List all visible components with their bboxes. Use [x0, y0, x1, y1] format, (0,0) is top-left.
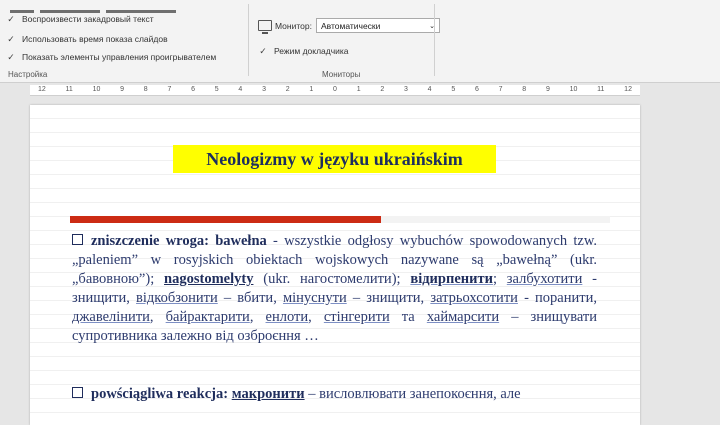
ribbon: ✓ Воспроизвести закадровый текст ✓ Испол…: [0, 0, 720, 83]
ruler-tick-label: 2: [380, 86, 385, 93]
ruler-numbers: 12 11 10 9 8 7 6 5 4 3 2 1 0 1 2 3 4 5 6 7 8 9 10 11 12: [30, 85, 640, 95]
term: відирпенити: [410, 271, 493, 287]
bullet-text: ,: [308, 309, 324, 325]
ribbon-top-edge: [10, 0, 190, 13]
ruler-tick-label: 4: [238, 86, 243, 93]
bullet-text: та: [389, 309, 427, 325]
ruler-tick-label: 6: [474, 86, 479, 93]
group-divider: [434, 4, 435, 76]
ruler-tick-label: 3: [404, 86, 408, 93]
ruler-tick-label: 7: [498, 86, 503, 93]
group-label-monitors: Мониторы: [322, 70, 361, 79]
ruler-tick-label: 9: [545, 86, 550, 93]
checkmark-icon: ✓: [7, 52, 15, 62]
term: макронити: [231, 386, 305, 402]
bullet-destruction[interactable]: zniszczenie wroga: bawełna - wszystkie o…: [72, 232, 597, 346]
ruler-tick-label: 12: [38, 86, 46, 93]
ruler-tick-label: 10: [569, 86, 578, 93]
bullet-heading: zniszczenie wroga: bawełna: [91, 233, 267, 249]
ruler-tick-label: 8: [143, 86, 148, 93]
option-use-timings[interactable]: ✓ Использовать время показа слайдов: [6, 34, 168, 44]
ruler-tick-label: 11: [65, 86, 73, 93]
ruler-tick-label: 7: [167, 86, 172, 93]
ruler-tick-label: 10: [92, 86, 101, 93]
slide-title[interactable]: Neologizmy w języku ukraińskim: [173, 145, 496, 173]
term: nagostomelyty: [164, 271, 254, 287]
ruler-tick-label: 2: [285, 86, 290, 93]
bullet-heading: powściągliwa reakcja:: [91, 386, 232, 402]
term: байрактарити: [165, 309, 250, 325]
monitor-control: Монитор: Автоматически ⌄: [258, 18, 440, 34]
bullet-text: - поранити,: [517, 290, 597, 306]
checkbox-bullet-icon: [72, 387, 83, 398]
option-label: Режим докладчика: [274, 46, 349, 56]
bullet-text: ,: [249, 309, 266, 325]
term: енлоти: [265, 309, 309, 325]
ruler-tick-label: 5: [451, 86, 456, 93]
bullet-text: (ukr. нагостомелити);: [253, 271, 411, 287]
monitor-select[interactable]: Автоматически ⌄: [315, 18, 440, 33]
slide-canvas[interactable]: Neologizmy w języku ukraińskim zniszczen…: [30, 105, 640, 425]
group-label-setup: Настройка: [8, 70, 48, 79]
monitor-select-value: Автоматически: [320, 20, 381, 31]
horizontal-ruler[interactable]: 12 11 10 9 8 7 6 5 4 3 2 1 0 1 2 3 4 5 6 7 8 9 10 11 12: [30, 85, 640, 96]
monitor-icon: [258, 20, 272, 34]
term: хаймарсити: [426, 309, 500, 325]
term: джавелінити: [72, 309, 150, 325]
ruler-tick-label: 12: [624, 86, 632, 93]
ruler-tick-label: 9: [120, 86, 125, 93]
ruler-tick-label: 1: [356, 86, 361, 93]
option-presenter-view[interactable]: ✓ Режим докладчика: [258, 46, 349, 56]
option-label: Использовать время показа слайдов: [22, 34, 168, 44]
term: відкобзонити: [136, 290, 218, 306]
ruler-tick-label: 11: [597, 86, 605, 93]
option-label: Показать элементы управления проигрывате…: [22, 52, 217, 62]
option-label: Воспроизвести закадровый текст: [22, 14, 154, 24]
accent-bar-red: [70, 216, 381, 223]
option-show-media-controls[interactable]: ✓ Показать элементы управления проигрыва…: [6, 52, 216, 62]
ruler-tick-label: 0: [333, 86, 337, 93]
checkmark-icon: ✓: [259, 46, 267, 56]
ribbon-divider: [0, 82, 720, 83]
checkmark-icon: ✓: [7, 14, 15, 24]
bullet-text: – висловлювати занепокоєння, але: [304, 386, 521, 402]
group-divider: [248, 4, 249, 76]
accent-bar: [70, 216, 610, 223]
ruler-tick-label: 6: [191, 86, 195, 93]
ruler-tick-label: 1: [309, 86, 314, 93]
ruler-tick-label: 8: [522, 86, 527, 93]
ruler-tick-label: 3: [262, 86, 266, 93]
term: мінуснути: [282, 290, 347, 306]
bullet-text: ;: [492, 271, 507, 287]
checkmark-icon: ✓: [7, 34, 15, 44]
term: залбухотити: [506, 271, 583, 287]
term: затрьохсотити: [430, 290, 518, 306]
bullet-text: – знищити,: [346, 290, 431, 306]
bullet-text: ,: [149, 309, 166, 325]
monitor-label: Монитор:: [275, 20, 312, 31]
bullet-restrained-reaction[interactable]: powściągliwa reakcja: макронити – вислов…: [72, 385, 597, 404]
ruler-tick-label: 5: [214, 86, 219, 93]
bullet-text: – вбити,: [217, 290, 283, 306]
option-play-narration[interactable]: ✓ Воспроизвести закадровый текст: [6, 14, 154, 24]
checkbox-bullet-icon: [72, 234, 83, 245]
term: стінгерити: [323, 309, 390, 325]
ruler-tick-label: 4: [427, 86, 432, 93]
